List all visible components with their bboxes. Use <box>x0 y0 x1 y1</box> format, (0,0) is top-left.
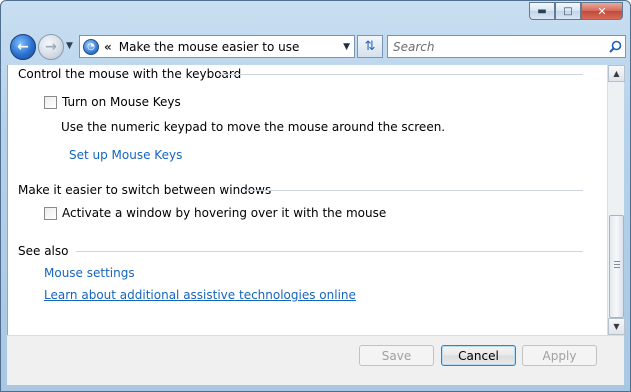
section-heading-see-also: See also <box>18 244 69 258</box>
navigation-bar: ← → ▼ ◔ « Make the mouse easier to use ▼… <box>7 31 626 63</box>
button-bar: Save Cancel Apply <box>7 335 624 385</box>
back-arrow-icon: ← <box>17 39 29 55</box>
scroll-down-icon: ▼ <box>613 322 620 331</box>
save-button[interactable]: Save <box>359 345 434 366</box>
hover-activate-label[interactable]: Activate a window by hovering over it wi… <box>62 206 386 220</box>
section-heading-windows: Make it easier to switch between windows <box>18 183 272 197</box>
grip-icon <box>614 261 620 269</box>
address-text[interactable]: Make the mouse easier to use <box>119 40 300 54</box>
mouse-keys-checkbox-row[interactable]: Turn on Mouse Keys <box>44 95 181 109</box>
search-input[interactable] <box>388 36 605 57</box>
mouse-keys-checkbox[interactable] <box>44 95 57 109</box>
control-panel-icon: ◔ <box>83 38 99 55</box>
hover-activate-checkbox-row[interactable]: Activate a window by hovering over it wi… <box>44 206 386 220</box>
section-divider <box>244 190 583 191</box>
search-box <box>387 35 626 58</box>
hover-activate-checkbox[interactable] <box>44 206 57 220</box>
breadcrumb-chevron-icon[interactable]: « <box>104 40 112 54</box>
scroll-down-button[interactable]: ▼ <box>608 318 625 335</box>
mouse-keys-label[interactable]: Turn on Mouse Keys <box>62 95 181 109</box>
back-button[interactable]: ← <box>10 34 36 60</box>
forward-arrow-icon: → <box>45 39 57 55</box>
mouse-keys-description: Use the numeric keypad to move the mouse… <box>61 120 446 134</box>
apply-button[interactable]: Apply <box>522 345 597 366</box>
scroll-up-button[interactable]: ▲ <box>608 65 625 82</box>
content-area: Control the mouse with the keyboard Turn… <box>7 65 607 335</box>
scroll-up-icon: ▲ <box>613 69 620 78</box>
section-divider <box>219 74 583 75</box>
search-icon[interactable] <box>605 40 625 53</box>
refresh-icon: ⇅ <box>364 39 376 54</box>
address-dropdown-icon[interactable]: ▼ <box>343 42 350 52</box>
set-up-mouse-keys-link[interactable]: Set up Mouse Keys <box>69 148 182 162</box>
cancel-button[interactable]: Cancel <box>441 345 516 366</box>
address-bar[interactable]: ◔ « Make the mouse easier to use ▼ <box>79 35 355 58</box>
close-button[interactable]: ✕ <box>581 2 623 20</box>
minimize-button[interactable]: ▬ <box>529 2 555 20</box>
maximize-button[interactable]: □ <box>555 2 581 20</box>
mouse-settings-link[interactable]: Mouse settings <box>44 266 135 280</box>
caption-buttons: ▬ □ ✕ <box>529 2 623 20</box>
section-divider <box>76 251 583 252</box>
recent-pages-dropdown-icon[interactable]: ▼ <box>66 41 73 51</box>
section-heading-keyboard: Control the mouse with the keyboard <box>18 67 242 81</box>
refresh-button[interactable]: ⇅ <box>357 35 383 58</box>
control-panel-window: ▬ □ ✕ ← → ▼ ◔ « Make the mouse easier to… <box>0 0 631 392</box>
maximize-icon: □ <box>563 5 573 17</box>
assistive-technologies-link[interactable]: Learn about additional assistive technol… <box>44 288 356 302</box>
close-icon: ✕ <box>597 4 607 18</box>
forward-button[interactable]: → <box>38 34 64 60</box>
scroll-thumb[interactable] <box>609 215 624 318</box>
minimize-icon: ▬ <box>537 5 547 17</box>
vertical-scrollbar[interactable]: ▲ ▼ <box>607 65 625 335</box>
